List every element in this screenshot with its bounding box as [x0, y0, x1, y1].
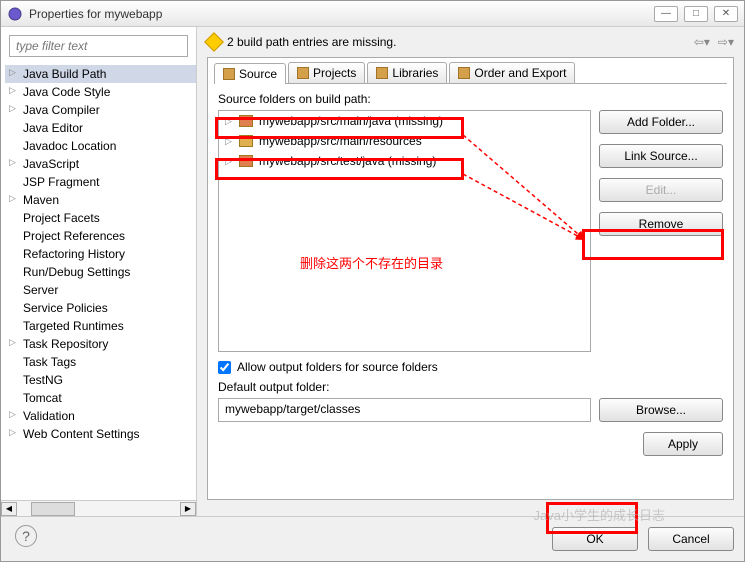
- window-title: Properties for mywebapp: [29, 7, 648, 21]
- scroll-left-icon[interactable]: ◀: [1, 502, 17, 516]
- nav-item[interactable]: JavaScript: [5, 155, 196, 173]
- edit-button[interactable]: Edit...: [599, 178, 723, 202]
- app-icon: [7, 6, 23, 22]
- nav-item[interactable]: Project References: [5, 227, 196, 245]
- help-icon[interactable]: ?: [15, 525, 37, 547]
- scroll-right-icon[interactable]: ▶: [180, 502, 196, 516]
- nav-item[interactable]: Server: [5, 281, 196, 299]
- nav-item[interactable]: Task Repository: [5, 335, 196, 353]
- nav-tree[interactable]: Java Build PathJava Code StyleJava Compi…: [1, 65, 196, 443]
- scroll-thumb[interactable]: [31, 502, 75, 516]
- nav-item[interactable]: Java Editor: [5, 119, 196, 137]
- source-folder-item[interactable]: mywebapp/src/main/resources: [219, 131, 590, 151]
- annotation-text: 删除这两个不存在的目录: [300, 253, 443, 272]
- browse-button[interactable]: Browse...: [599, 398, 723, 422]
- nav-item[interactable]: TestNG: [5, 371, 196, 389]
- nav-item[interactable]: Run/Debug Settings: [5, 263, 196, 281]
- remove-button[interactable]: Remove: [599, 212, 723, 236]
- nav-item[interactable]: JSP Fragment: [5, 173, 196, 191]
- tab-source[interactable]: Source: [214, 63, 286, 84]
- nav-item[interactable]: Web Content Settings: [5, 425, 196, 443]
- tab-bar: Source Projects Libraries Order and Expo…: [214, 62, 727, 84]
- warning-icon: [204, 32, 224, 52]
- maximize-button[interactable]: □: [684, 6, 708, 22]
- tab-libraries[interactable]: Libraries: [367, 62, 447, 83]
- close-button[interactable]: ✕: [714, 6, 738, 22]
- default-output-field[interactable]: mywebapp/target/classes: [218, 398, 591, 422]
- title-bar: Properties for mywebapp — □ ✕: [1, 1, 744, 27]
- source-folders-label: Source folders on build path:: [218, 92, 723, 106]
- package-icon: [239, 135, 253, 147]
- nav-item[interactable]: Tomcat: [5, 389, 196, 407]
- source-tab-icon: [223, 68, 235, 80]
- nav-item[interactable]: Javadoc Location: [5, 137, 196, 155]
- nav-item[interactable]: Java Build Path: [5, 65, 196, 83]
- ok-button[interactable]: OK: [552, 527, 638, 551]
- package-icon: [239, 115, 253, 127]
- add-folder-button[interactable]: Add Folder...: [599, 110, 723, 134]
- nav-item[interactable]: Task Tags: [5, 353, 196, 371]
- link-source-button[interactable]: Link Source...: [599, 144, 723, 168]
- allow-output-checkbox[interactable]: Allow output folders for source folders: [218, 360, 723, 374]
- tab-order[interactable]: Order and Export: [449, 62, 575, 83]
- nav-panel: Java Build PathJava Code StyleJava Compi…: [1, 27, 197, 516]
- nav-item[interactable]: Java Compiler: [5, 101, 196, 119]
- source-folder-item[interactable]: mywebapp/src/test/java (missing): [219, 151, 590, 171]
- source-folder-item[interactable]: mywebapp/src/main/java (missing): [219, 111, 590, 131]
- libraries-tab-icon: [376, 67, 388, 79]
- order-tab-icon: [458, 67, 470, 79]
- cancel-button[interactable]: Cancel: [648, 527, 734, 551]
- nav-item[interactable]: Targeted Runtimes: [5, 317, 196, 335]
- apply-button[interactable]: Apply: [643, 432, 723, 456]
- nav-item[interactable]: Refactoring History: [5, 245, 196, 263]
- minimize-button[interactable]: —: [654, 6, 678, 22]
- nav-item[interactable]: Java Code Style: [5, 83, 196, 101]
- projects-tab-icon: [297, 67, 309, 79]
- watermark: Java小学生的成长日志: [534, 505, 665, 524]
- nav-item[interactable]: Validation: [5, 407, 196, 425]
- nav-item[interactable]: Project Facets: [5, 209, 196, 227]
- horizontal-scrollbar[interactable]: ◀ ▶: [1, 500, 196, 516]
- package-icon: [239, 155, 253, 167]
- warning-text: 2 build path entries are missing.: [227, 35, 396, 49]
- source-folders-tree[interactable]: mywebapp/src/main/java (missing)mywebapp…: [218, 110, 591, 352]
- default-output-label: Default output folder:: [218, 380, 723, 394]
- nav-item[interactable]: Service Policies: [5, 299, 196, 317]
- tab-projects[interactable]: Projects: [288, 62, 365, 83]
- nav-item[interactable]: Maven: [5, 191, 196, 209]
- main-panel: 2 build path entries are missing. ⇦▾ ⇨▾ …: [197, 27, 744, 516]
- back-icon[interactable]: ⇦▾: [694, 35, 710, 49]
- filter-input[interactable]: [9, 35, 188, 57]
- forward-icon[interactable]: ⇨▾: [718, 35, 734, 49]
